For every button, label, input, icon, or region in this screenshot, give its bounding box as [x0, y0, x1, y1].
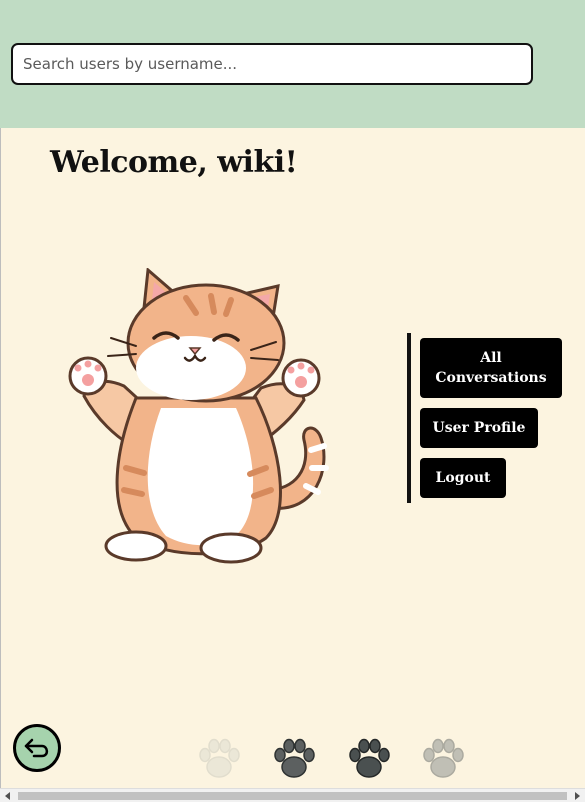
paw-icon	[199, 738, 240, 778]
logout-button[interactable]: Logout	[420, 458, 506, 498]
paw-icon	[423, 738, 464, 778]
search-box[interactable]	[11, 43, 533, 85]
welcome-heading: Welcome, wiki!	[50, 145, 298, 180]
all-conversations-button[interactable]: All Conversations	[420, 338, 562, 398]
horizontal-scrollbar[interactable]	[0, 788, 585, 802]
scrollbar-thumb[interactable]	[18, 792, 567, 800]
page-edge-divider	[0, 128, 1, 798]
back-button[interactable]	[13, 724, 61, 772]
scroll-left-arrow-icon[interactable]	[5, 792, 10, 800]
user-profile-button[interactable]: User Profile	[420, 408, 538, 448]
scroll-right-arrow-icon[interactable]	[575, 792, 580, 800]
return-arrow-icon	[24, 738, 49, 758]
paw-icon	[349, 738, 390, 778]
cat-illustration	[68, 268, 329, 564]
search-input[interactable]	[13, 45, 531, 83]
paw-icon	[274, 738, 315, 778]
side-menu: All Conversations User Profile Logout	[407, 333, 567, 503]
top-header	[0, 0, 585, 128]
